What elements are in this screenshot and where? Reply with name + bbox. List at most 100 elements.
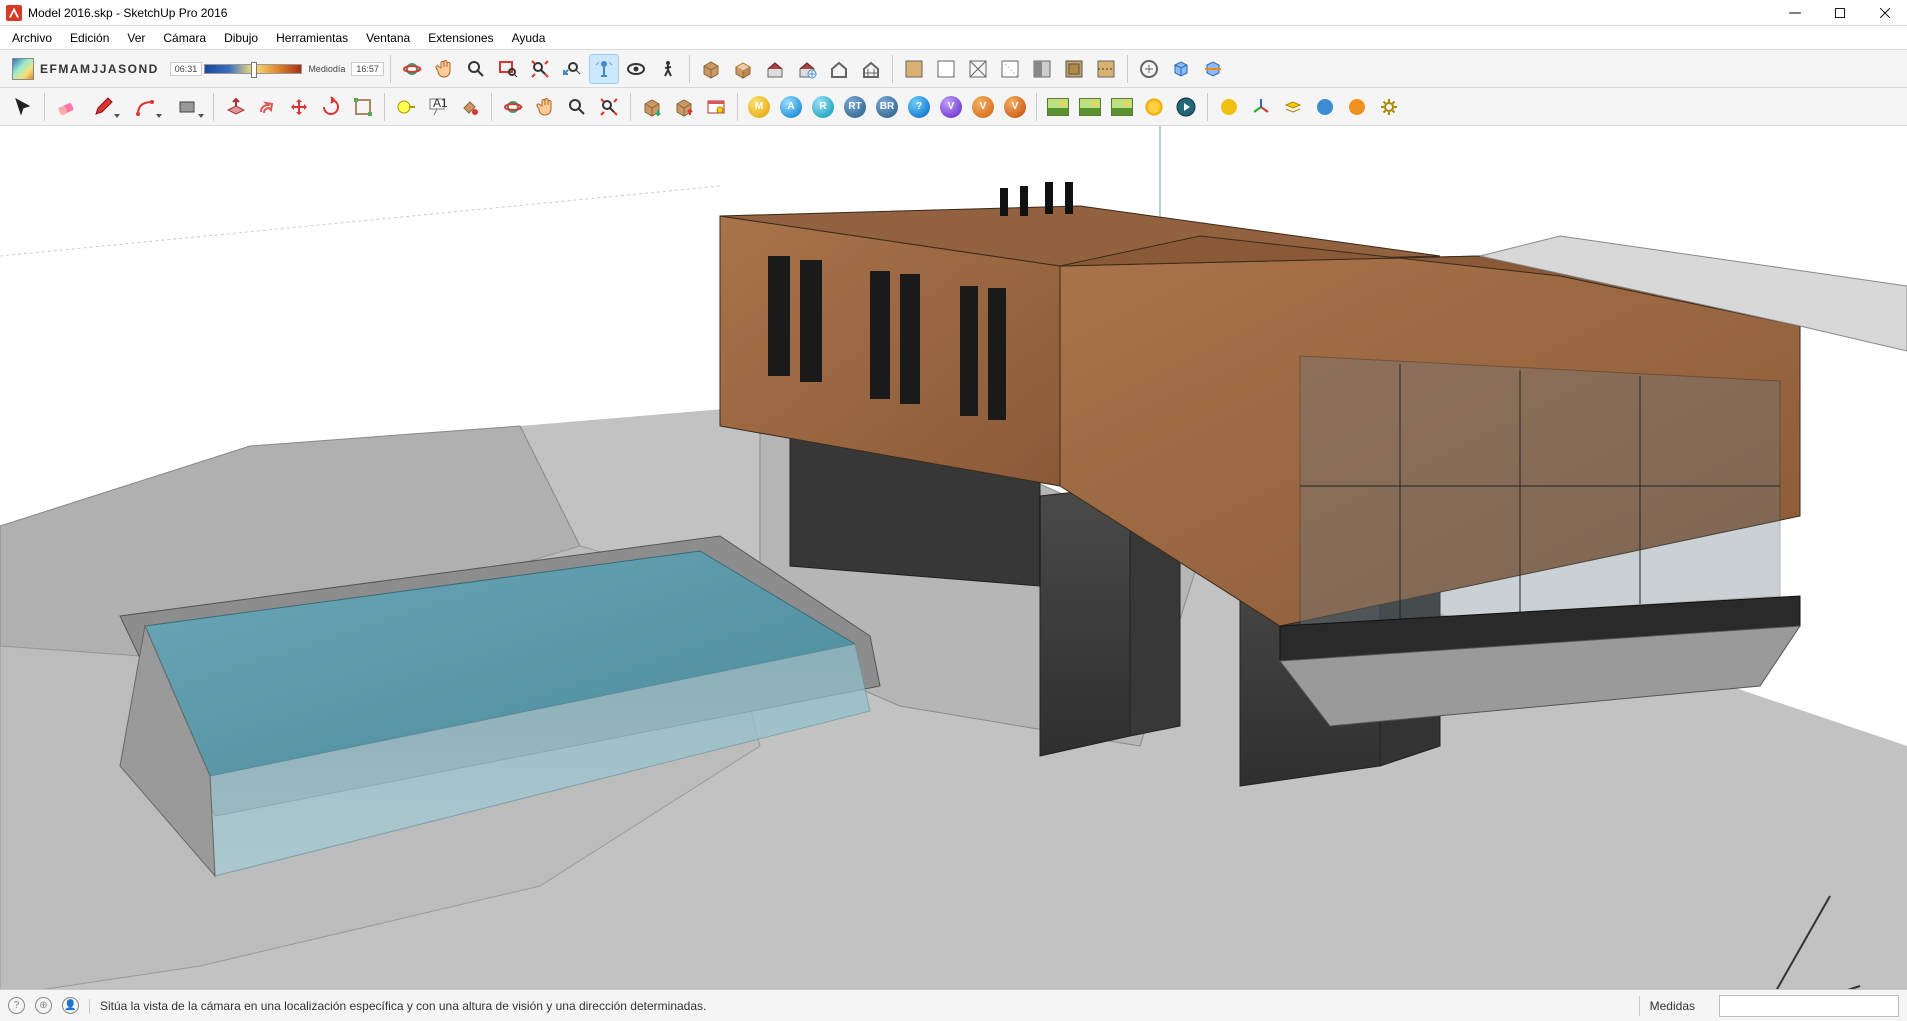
pan2-icon[interactable] [530, 92, 560, 122]
extension-warehouse-icon[interactable] [728, 54, 758, 84]
tape-icon[interactable] [391, 92, 421, 122]
position-camera-icon[interactable] [589, 54, 619, 84]
shadow-settings-icon[interactable] [8, 54, 38, 84]
scene-img2-icon[interactable] [1075, 92, 1105, 122]
vray-v3-icon[interactable]: V [1000, 92, 1030, 122]
paint-icon[interactable] [455, 92, 485, 122]
vray-v2-icon[interactable]: V [968, 92, 998, 122]
vray-br-icon[interactable]: BR [872, 92, 902, 122]
look-around-icon[interactable] [621, 54, 651, 84]
menu-archivo[interactable]: Archivo [4, 28, 60, 48]
measure-label: Medidas [1639, 996, 1705, 1016]
move-icon[interactable] [284, 92, 314, 122]
minimize-button[interactable] [1772, 0, 1817, 26]
followme-icon[interactable] [252, 92, 282, 122]
shadow-months[interactable]: EFMAMJJASOND [40, 62, 158, 76]
menu-extensiones[interactable]: Extensiones [420, 28, 501, 48]
section-cut-icon[interactable] [1198, 54, 1228, 84]
previous-view-icon[interactable] [557, 54, 587, 84]
menu-edición[interactable]: Edición [62, 28, 117, 48]
style-wireframe-icon[interactable] [963, 54, 993, 84]
toolbars: EFMAMJJASOND06:31Mediodía16:57 MARRTBR?V… [0, 50, 1907, 126]
style-backedge-icon[interactable] [1091, 54, 1121, 84]
principal-tools [4, 92, 42, 122]
component-browser-icon[interactable] [856, 54, 886, 84]
measure-input[interactable] [1719, 995, 1899, 1017]
vray-m-icon[interactable]: M [744, 92, 774, 122]
zoom-window-icon[interactable] [493, 54, 523, 84]
vray-a-icon[interactable]: A [776, 92, 806, 122]
line-icon[interactable] [83, 92, 123, 122]
ext-warehouse2-icon[interactable] [701, 92, 731, 122]
menu-ver[interactable]: Ver [119, 28, 153, 48]
warehouse-tools-2 [633, 92, 735, 122]
share-model-icon[interactable] [669, 92, 699, 122]
dot-yellow-icon[interactable] [1214, 92, 1244, 122]
layer-icon[interactable] [1278, 92, 1308, 122]
rotate-icon[interactable] [316, 92, 346, 122]
shadow-time-end[interactable]: 16:57 [351, 62, 384, 76]
model-canvas [0, 126, 1907, 1019]
zoom-extents2-icon[interactable] [594, 92, 624, 122]
style-shaded-tex-icon[interactable] [931, 54, 961, 84]
render-tools [1039, 92, 1205, 122]
menu-ventana[interactable]: Ventana [358, 28, 418, 48]
info-icon[interactable]: ? [8, 997, 25, 1014]
component-attributes-icon[interactable] [824, 54, 854, 84]
pan-icon[interactable] [429, 54, 459, 84]
orbit2-icon[interactable] [498, 92, 528, 122]
component-icon[interactable] [760, 54, 790, 84]
scale-icon[interactable] [348, 92, 378, 122]
zoom-extents-icon[interactable] [525, 54, 555, 84]
menu-dibujo[interactable]: Dibujo [216, 28, 266, 48]
zoom-icon[interactable] [461, 54, 491, 84]
vray-help-icon[interactable]: ? [904, 92, 934, 122]
vray-v1-icon[interactable]: V [936, 92, 966, 122]
dot-orange-icon[interactable] [1342, 92, 1372, 122]
scene-img1-icon[interactable] [1043, 92, 1073, 122]
app-icon [6, 5, 22, 21]
vray-r-icon[interactable]: R [808, 92, 838, 122]
warehouse-tools [692, 54, 890, 84]
sun-icon[interactable] [1139, 92, 1169, 122]
viewport[interactable] [0, 126, 1907, 1019]
camera-tools-2 [494, 92, 628, 122]
style-shaded-icon[interactable] [899, 54, 929, 84]
close-button[interactable] [1862, 0, 1907, 26]
style-xray-icon[interactable] [1059, 54, 1089, 84]
component-options-icon[interactable] [792, 54, 822, 84]
rectangle-icon[interactable] [167, 92, 207, 122]
section-display-icon[interactable] [1166, 54, 1196, 84]
pushpull-icon[interactable] [220, 92, 250, 122]
select-icon[interactable] [8, 92, 38, 122]
camera-tools [393, 54, 687, 84]
toolbar-row-1: EFMAMJJASOND06:31Mediodía16:57 [0, 50, 1907, 88]
zoom2-icon[interactable] [562, 92, 592, 122]
gear-icon[interactable] [1374, 92, 1404, 122]
geo-icon[interactable]: ⊕ [35, 997, 52, 1014]
style-mono-icon[interactable] [1027, 54, 1057, 84]
maximize-button[interactable] [1817, 0, 1862, 26]
menu-ayuda[interactable]: Ayuda [504, 28, 554, 48]
vray-rt-icon[interactable]: RT [840, 92, 870, 122]
style-hidden-icon[interactable] [995, 54, 1025, 84]
eraser-icon[interactable] [51, 92, 81, 122]
shadow-time-start[interactable]: 06:31 [170, 62, 203, 76]
orbit-icon[interactable] [397, 54, 427, 84]
menu-cámara[interactable]: Cámara [155, 28, 214, 48]
dot-blue-icon[interactable] [1310, 92, 1340, 122]
axes-icon[interactable] [1246, 92, 1276, 122]
statusbar: ? ⊕ 👤 Sitúa la vista de la cámara en una… [0, 989, 1907, 1021]
3d-warehouse-icon[interactable] [696, 54, 726, 84]
shadow-time-slider[interactable] [204, 64, 302, 74]
get-models-icon[interactable] [637, 92, 667, 122]
scene-img3-icon[interactable] [1107, 92, 1137, 122]
user-icon[interactable]: 👤 [62, 997, 79, 1014]
play-icon[interactable] [1171, 92, 1201, 122]
arc-icon[interactable] [125, 92, 165, 122]
construction-tools [387, 92, 489, 122]
walk-icon[interactable] [653, 54, 683, 84]
section-plane-icon[interactable] [1134, 54, 1164, 84]
menu-herramientas[interactable]: Herramientas [268, 28, 356, 48]
text-icon[interactable] [423, 92, 453, 122]
